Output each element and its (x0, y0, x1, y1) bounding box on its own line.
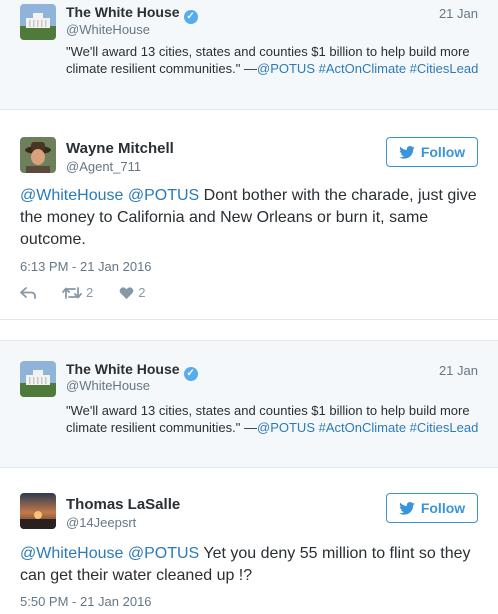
follow-button[interactable]: Follow (386, 493, 478, 523)
reply-tweet: Wayne Mitchell @Agent_711 Follow @WhiteH… (0, 110, 498, 320)
like-action[interactable]: 2 (119, 285, 145, 300)
reply-author-handle[interactable]: @Agent_711 (66, 159, 141, 174)
avatar[interactable] (20, 137, 56, 173)
reply-action[interactable] (20, 286, 36, 300)
reply-author-handle[interactable]: @14Jeepsrt (66, 515, 136, 530)
hashtag-link[interactable]: #ActOnClimate (319, 61, 406, 76)
tweet-author-handle[interactable]: @WhiteHouse (66, 22, 150, 37)
context-tweet: The White House ✓ @WhiteHouse 21 Jan "We'… (0, 340, 498, 468)
avatar[interactable] (20, 493, 56, 529)
avatar[interactable] (20, 361, 56, 397)
reply-text: @WhiteHouse @POTUS Dont bother with the … (20, 185, 482, 251)
reply-tweet: Thomas LaSalle @14Jeepsrt Follow @WhiteH… (0, 468, 498, 614)
reply-icon[interactable] (20, 286, 36, 300)
follow-label: Follow (420, 144, 466, 160)
reply-timestamp[interactable]: 5:50 PM - 21 Jan 2016 (20, 594, 152, 609)
mention-link[interactable]: @POTUS (128, 187, 199, 204)
tweet-text: "We'll award 13 cities, states and count… (66, 402, 486, 436)
mention-link[interactable]: @POTUS (257, 420, 315, 435)
retweet-count: 2 (86, 285, 94, 300)
twitter-bird-icon (399, 501, 415, 515)
tweet-author-name[interactable]: The White House ✓ (66, 4, 198, 24)
retweet-action[interactable]: 2 (62, 285, 93, 300)
follow-button[interactable]: Follow (386, 137, 478, 167)
twitter-bird-icon (399, 145, 415, 159)
reply-text: @WhiteHouse @POTUS Yet you deny 55 milli… (20, 543, 482, 587)
follow-label: Follow (420, 500, 466, 516)
tweet-date[interactable]: 21 Jan (439, 363, 478, 378)
tweet-author-handle[interactable]: @WhiteHouse (66, 378, 150, 393)
verified-badge-icon: ✓ (183, 10, 198, 24)
mention-link[interactable]: @WhiteHouse (20, 545, 123, 562)
reply-author-name[interactable]: Wayne Mitchell (66, 140, 174, 157)
mention-link[interactable]: @POTUS (128, 545, 199, 562)
author-name-text[interactable]: The White House (66, 4, 180, 20)
author-name-text[interactable]: The White House (66, 361, 180, 377)
context-tweet: The White House ✓ @WhiteHouse 21 Jan "We'… (0, 0, 498, 110)
white-house-photo (20, 361, 56, 397)
retweet-icon[interactable] (62, 286, 82, 300)
mention-link[interactable]: @POTUS (257, 61, 315, 76)
hashtag-link[interactable]: #CitiesLead (410, 420, 479, 435)
verified-badge-icon: ✓ (183, 367, 198, 381)
user-photo (20, 493, 56, 529)
tweet-actions: 2 2 (20, 285, 145, 300)
tweet-date[interactable]: 21 Jan (439, 6, 478, 21)
mention-link[interactable]: @WhiteHouse (20, 187, 123, 204)
tweet-text: "We'll award 13 cities, states and count… (66, 43, 486, 77)
user-photo (20, 137, 56, 173)
hashtag-link[interactable]: #ActOnClimate (319, 420, 406, 435)
hashtag-link[interactable]: #CitiesLead (410, 61, 479, 76)
heart-icon[interactable] (119, 286, 134, 300)
avatar[interactable] (20, 4, 56, 40)
reply-timestamp[interactable]: 6:13 PM - 21 Jan 2016 (20, 259, 152, 274)
white-house-photo (20, 4, 56, 40)
reply-author-name[interactable]: Thomas LaSalle (66, 496, 180, 513)
like-count: 2 (138, 285, 146, 300)
